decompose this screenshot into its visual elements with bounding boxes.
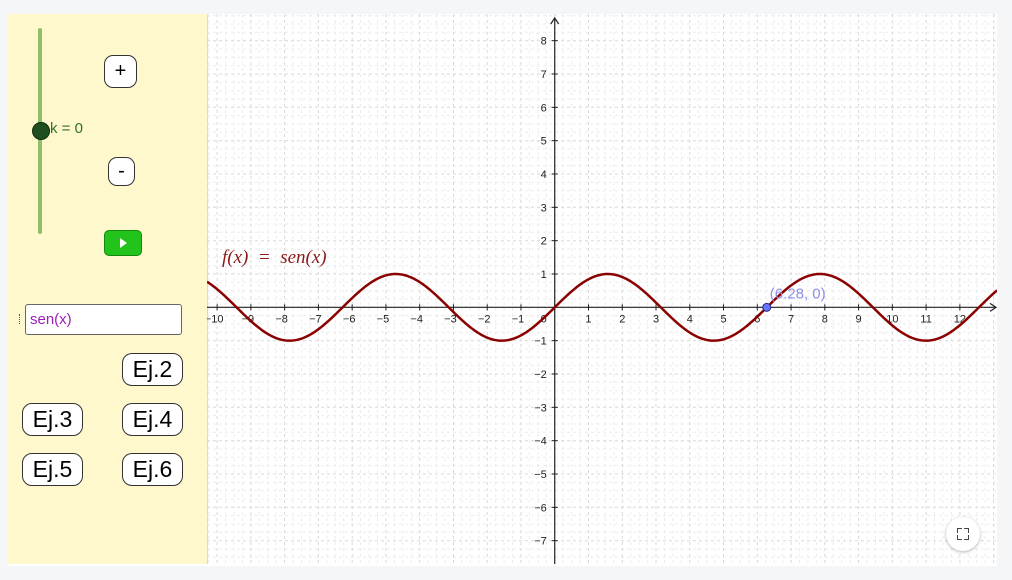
x-tick-label: 11 [920,313,931,325]
increment-button[interactable]: + [104,55,137,88]
x-tick-label: 3 [653,313,659,325]
y-tick-label: −1 [534,336,547,348]
y-tick-label: −7 [534,536,547,548]
example-5-button[interactable]: Ej.5 [22,453,83,486]
x-tick-label: 7 [788,313,794,325]
root-point-label: (6.28, 0) [770,285,826,302]
y-tick-label: −5 [534,469,547,481]
play-button[interactable] [104,230,142,256]
x-tick-label: −6 [343,313,356,325]
y-tick-label: 7 [541,69,547,81]
x-tick-label: −5 [377,313,390,325]
x-tick-label: 2 [619,313,625,325]
x-tick-label: −10 [207,313,223,325]
x-tick-label: −1 [512,313,525,325]
graphing-view[interactable]: −10 −9 −8 −7 −6 −5 −4 −3 −2 −1 0 1 2 3 4 5 6 7 8 9 10 11 12−7−… [207,14,997,564]
y-tick-label: 4 [541,169,547,181]
y-tick-label: −6 [534,502,547,514]
x-tick-label: 10 [886,313,898,325]
example-6-button[interactable]: Ej.6 [122,453,183,486]
y-tick-label: 6 [541,102,547,114]
y-tick-label: −3 [534,402,547,414]
x-tick-label: −7 [309,313,322,325]
decrement-button[interactable]: - [108,157,135,186]
geogebra-applet: k = 0 + - sen(x) Ej.2 Ej.3 Ej.4 Ej.5 Ej.… [7,14,997,566]
example-2-button[interactable]: Ej.2 [122,353,183,386]
play-icon [120,238,127,248]
fullscreen-button[interactable] [946,517,980,551]
function-label: f(x) = sen(x) [222,247,327,268]
x-tick-label: −4 [410,313,423,325]
x-tick-label: −2 [478,313,491,325]
control-panel: k = 0 + - sen(x) Ej.2 Ej.3 Ej.4 Ej.5 Ej.… [7,14,208,564]
x-tick-label: 12 [954,313,966,325]
y-tick-label: 1 [541,269,547,281]
k-slider-label: k = 0 [50,120,83,137]
y-tick-label: −2 [534,369,547,381]
y-tick-label: 5 [541,136,547,148]
y-tick-label: 3 [541,202,547,214]
x-tick-label: 1 [585,313,591,325]
y-tick-label: −4 [534,436,547,448]
x-tick-label: 9 [856,313,862,325]
root-point[interactable] [762,302,772,312]
input-marker [19,314,22,324]
x-tick-label: 4 [687,313,693,325]
fullscreen-icon [957,528,969,540]
function-input[interactable]: sen(x) [25,304,182,335]
x-tick-label: 8 [822,313,828,325]
k-slider-thumb[interactable] [32,122,50,140]
x-tick-label: 5 [720,313,726,325]
y-tick-label: 2 [541,236,547,248]
x-tick-label: −8 [275,313,288,325]
y-tick-label: 8 [541,36,547,48]
example-3-button[interactable]: Ej.3 [22,403,83,436]
example-4-button[interactable]: Ej.4 [122,403,183,436]
